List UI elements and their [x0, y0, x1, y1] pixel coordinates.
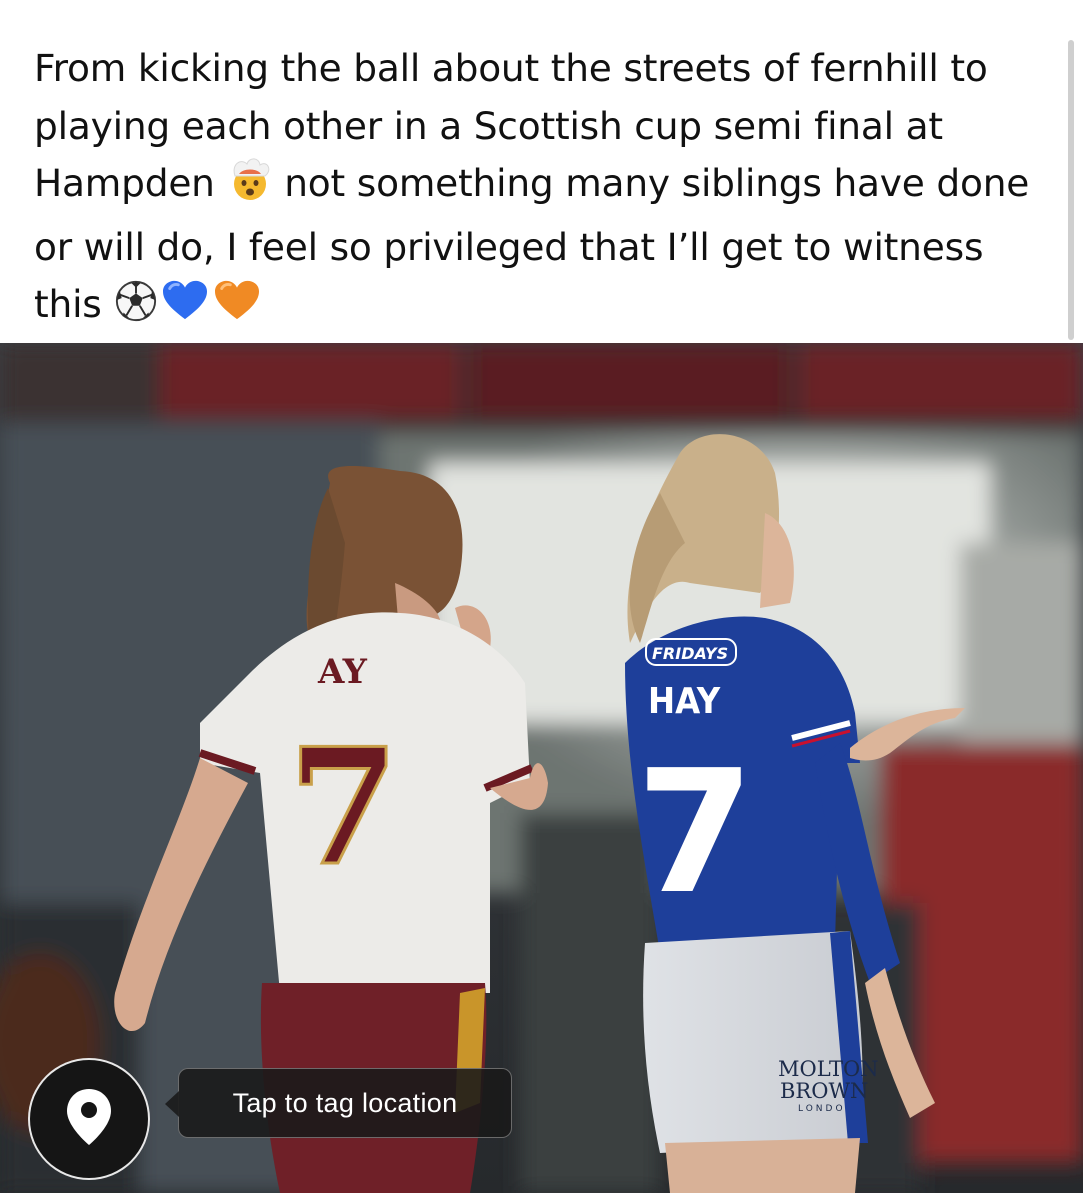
tag-location-button[interactable]: [28, 1058, 150, 1180]
tooltip-arrow: [165, 1091, 179, 1117]
left-shirt-number: 7: [288, 713, 399, 901]
shorts-sponsor-line1: MOLTON: [778, 1057, 879, 1081]
caption-line-5: this: [34, 276, 1064, 340]
caption-line-4: or will do, I feel so privileged that I’…: [34, 224, 984, 269]
bottom-edge: [0, 1193, 1083, 1200]
post-photo: 7 AY FRIDAYS HAY 7 MOLTON BROWN LONDO: [0, 343, 1083, 1193]
caption-line-1: From kicking the ball about the streets …: [34, 46, 988, 90]
caption-line-2: playing each other in a Scottish cup sem…: [34, 103, 943, 148]
right-shirt-sponsor: FRIDAYS: [652, 644, 728, 663]
tooltip-label: Tap to tag location: [232, 1087, 458, 1118]
tag-location-tooltip[interactable]: Tap to tag location: [165, 1068, 512, 1138]
caption-line-3-end: not something many siblings have done: [284, 161, 1030, 205]
caption-line-5-text: this: [34, 282, 102, 326]
soccer-ball-emoji: [113, 279, 159, 340]
orange-heart-emoji: [211, 279, 263, 340]
blue-heart-emoji: [159, 279, 211, 340]
scrollbar[interactable]: [1068, 40, 1074, 340]
post-caption: From kicking the ball about the streets …: [34, 40, 1064, 340]
location-pin-icon: [64, 1087, 114, 1152]
shorts-sponsor-line2: BROWN: [780, 1079, 868, 1103]
caption-line-3-start: Hampden: [34, 161, 215, 205]
exploding-head-emoji: [227, 158, 273, 219]
shorts-sponsor-line3: LONDO: [798, 1104, 846, 1114]
right-shirt-number: 7: [636, 734, 754, 932]
left-shirt-name: AY: [317, 652, 368, 692]
caption-line-3: Hampden not something many siblings have…: [34, 155, 1064, 219]
right-shirt-name: HAY: [648, 681, 721, 722]
